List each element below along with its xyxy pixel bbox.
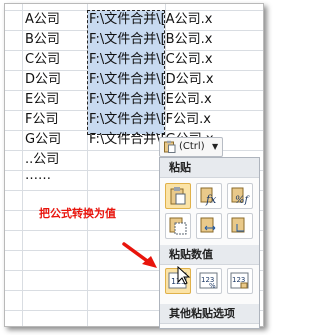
cell-company-b[interactable]: B公司 bbox=[25, 30, 85, 50]
cell-formula-c[interactable]: F:\文件合并\[C公司.x bbox=[89, 50, 261, 70]
clipboard-icon bbox=[164, 140, 176, 153]
transpose-icon[interactable] bbox=[227, 213, 253, 239]
cell-formula-f[interactable]: F:\文件合并\[F公司.x bbox=[89, 110, 261, 130]
cell-company-d[interactable]: D公司 bbox=[25, 70, 85, 90]
values-number-format-icon[interactable]: 123 % bbox=[196, 268, 222, 294]
formula-icon[interactable]: fx bbox=[196, 183, 222, 209]
paste-options-menu: 粘贴 fx %f 粘贴数值 123 % 123 其他粘贴选项 bbox=[159, 157, 260, 329]
paste-icon[interactable] bbox=[165, 183, 191, 209]
cell-formula-d[interactable]: F:\文件合并\[D公司.x bbox=[89, 70, 261, 90]
cell-company-e[interactable]: E公司 bbox=[25, 90, 85, 110]
cell-formula-b[interactable]: F:\文件合并\[B公司.x bbox=[89, 30, 261, 50]
section-other-options-header: 其他粘贴选项 bbox=[160, 304, 259, 324]
cell-formula-e[interactable]: F:\文件合并\[E公司.x bbox=[89, 90, 261, 110]
values-source-format-icon[interactable]: 123 bbox=[227, 268, 253, 294]
no-borders-icon[interactable] bbox=[165, 213, 191, 239]
section-paste-values-header: 粘贴数值 bbox=[160, 245, 259, 265]
section-paste-header: 粘贴 bbox=[160, 158, 259, 178]
cell-company-a[interactable]: A公司 bbox=[25, 10, 85, 30]
cell-formula-a[interactable]: F:\文件合并\[A公司.x bbox=[89, 10, 261, 30]
paste-options-button[interactable]: (Ctrl) ▼ bbox=[159, 137, 223, 157]
svg-text:%f: %f bbox=[235, 195, 251, 206]
keep-widths-icon[interactable] bbox=[196, 213, 222, 239]
svg-text:fx: fx bbox=[205, 193, 217, 206]
svg-text:%: % bbox=[209, 282, 216, 290]
red-arrow-icon bbox=[122, 242, 157, 268]
cell-company-g[interactable]: G公司 bbox=[25, 130, 85, 150]
chevron-down-icon: ▼ bbox=[212, 142, 219, 151]
annotation-text: 把公式转换为值 bbox=[39, 207, 116, 220]
paste-options-label: (Ctrl) bbox=[179, 141, 205, 152]
cell-ellipsis[interactable]: …… bbox=[25, 166, 85, 186]
grid-line bbox=[22, 4, 23, 326]
mouse-cursor-icon bbox=[177, 266, 191, 285]
percent-formula-icon[interactable]: %f bbox=[227, 183, 253, 209]
cell-company-c[interactable]: C公司 bbox=[25, 50, 85, 70]
cell-company-f[interactable]: F公司 bbox=[25, 110, 85, 130]
